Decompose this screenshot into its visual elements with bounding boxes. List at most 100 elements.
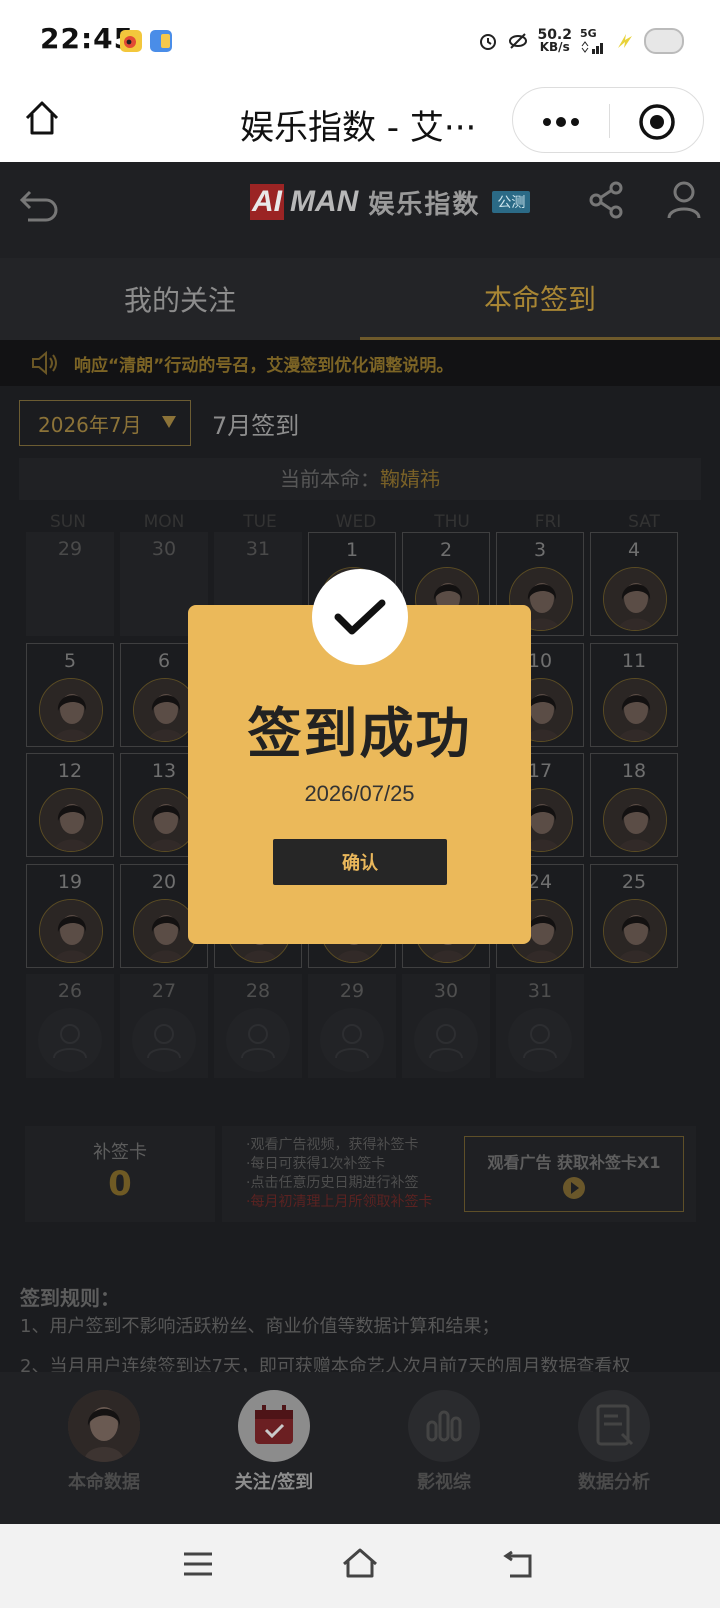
capsule-menu [512,87,704,153]
home-icon[interactable] [22,98,62,142]
day-number: 26 [57,980,83,1002]
current-idol: 当前本命：鞠婧祎 [19,458,701,500]
title-bar: 娱乐指数 - 艾··· [0,80,720,162]
nav-data-analysis[interactable]: 数据分析 [529,1372,699,1524]
menu-icon[interactable] [180,1546,216,1586]
calendar-day[interactable]: 28 [214,974,302,1078]
day-number: 18 [621,760,647,782]
weekday-label: MON [143,512,185,532]
weekday-label: SAT [628,512,660,532]
charging-icon [618,34,632,48]
day-number: 1 [345,539,359,561]
person-placeholder-icon [508,1008,572,1072]
share-icon[interactable] [588,180,626,224]
day-number: 4 [627,539,641,561]
calendar-day[interactable]: 11 [590,643,678,747]
day-number: 27 [151,980,177,1002]
play-icon [563,1177,585,1199]
weekday-label: FRI [534,512,562,532]
document-icon [578,1390,650,1462]
calendar-day[interactable]: 25 [590,864,678,968]
watch-ad-button[interactable]: 观看广告 获取补签卡X1 [464,1136,684,1212]
notice-text: 响应“清朗”行动的号召，艾漫签到优化调整说明。 [74,355,454,376]
weibo-notification-icon [120,30,142,52]
day-number: 30 [151,538,177,560]
day-number: 31 [527,980,553,1002]
calendar-day[interactable]: 19 [26,864,114,968]
calendar-day[interactable]: 12 [26,753,114,857]
calendar-day[interactable]: 5 [26,643,114,747]
makeup-card-count: 0 [108,1164,132,1204]
calendar-day[interactable]: 26 [26,974,114,1078]
tab-bar: 我的关注 本命签到 [0,258,720,340]
battery-icon [644,28,684,54]
app-notification-icon [150,30,172,52]
speaker-icon [32,350,57,376]
status-indicators: 50.2 KB/s 5G [477,24,684,58]
more-icon[interactable] [541,114,581,133]
capsule-divider [609,104,610,138]
user-icon[interactable] [666,180,702,224]
person-placeholder-icon [38,1008,102,1072]
month-select[interactable]: 2026年7月 [19,400,191,446]
day-number: 11 [621,650,647,672]
weekday-label: WED [335,512,377,532]
back-icon[interactable] [16,182,62,232]
day-number: 30 [433,980,459,1002]
alarm-icon [480,34,497,50]
person-placeholder-icon [414,1008,478,1072]
makeup-card-panel: ·观看广告视频，获得补签卡 ·每日可获得1次补签卡 ·点击任意历史日期进行补签 … [222,1126,696,1222]
calendar-day[interactable]: 31 [496,974,584,1078]
day-number: 28 [245,980,271,1002]
idol-avatar [603,899,667,963]
home-nav-icon[interactable] [340,1546,380,1586]
notice-bar[interactable]: 响应“清朗”行动的号召，艾漫签到优化调整说明。 [0,340,720,386]
calendar-icon [238,1390,310,1462]
checkin-success-dialog: 签到成功 2026/07/25 确认 [188,569,531,944]
app-logo: AI MAN 娱乐指数 公测 [250,182,531,222]
calendar-day[interactable]: 4 [590,532,678,636]
day-number: 25 [621,871,647,893]
confirm-button[interactable]: 确认 [273,839,447,885]
signal-icon: 5G [580,28,606,54]
calendar-day[interactable]: 29 [308,974,396,1078]
person-placeholder-icon [226,1008,290,1072]
weekday-header: SUN MON TUE WED THU FRI SAT [20,512,700,534]
day-number: 29 [57,538,83,560]
idol-avatar [603,567,667,631]
system-nav-bar [0,1524,720,1608]
tab-checkin[interactable]: 本命签到 [360,258,720,340]
nav-film-tv[interactable]: 影视综 [359,1372,529,1524]
day-number: 5 [63,650,77,672]
calendar-day[interactable]: 27 [120,974,208,1078]
calendar-day[interactable]: 18 [590,753,678,857]
close-target-icon[interactable] [637,102,677,146]
beta-badge: 公测 [492,191,531,213]
idol-name: 鞠婧祎 [380,467,440,491]
eye-off-icon [509,33,528,49]
weekday-label: THU [434,512,470,532]
checkmark-icon [312,569,408,665]
page-title: 娱乐指数 - 艾··· [240,108,477,148]
rule-line: 1、用户签到不影响活跃粉丝、商业价值等数据计算和结果； [20,1316,500,1337]
back-nav-icon[interactable] [502,1546,538,1586]
bar-chart-icon [408,1390,480,1462]
nav-follow-checkin[interactable]: 关注/签到 [189,1372,359,1524]
idol-avatar [39,788,103,852]
status-bar: 22:45 50.2 KB/s 5G [0,0,720,80]
day-number: 3 [533,539,547,561]
calendar-day[interactable]: 29 [26,532,114,636]
nav-idol-data[interactable]: 本命数据 [19,1372,189,1524]
weekday-label: TUE [243,512,277,532]
tab-my-follow[interactable]: 我的关注 [0,258,360,340]
avatar-icon [68,1390,140,1462]
rules-title: 签到规则： [20,1286,120,1310]
weekday-label: SUN [50,512,86,532]
makeup-card-rules: ·观看广告视频，获得补签卡 ·每日可获得1次补签卡 ·点击任意历史日期进行补签 … [246,1137,433,1210]
bottom-nav: 本命数据 关注/签到 影视综 数据分析 [0,1372,720,1524]
idol-avatar [603,678,667,742]
app-header: AI MAN 娱乐指数 公测 [0,162,720,258]
idol-avatar [603,788,667,852]
calendar-day[interactable]: 30 [402,974,490,1078]
idol-avatar [39,678,103,742]
